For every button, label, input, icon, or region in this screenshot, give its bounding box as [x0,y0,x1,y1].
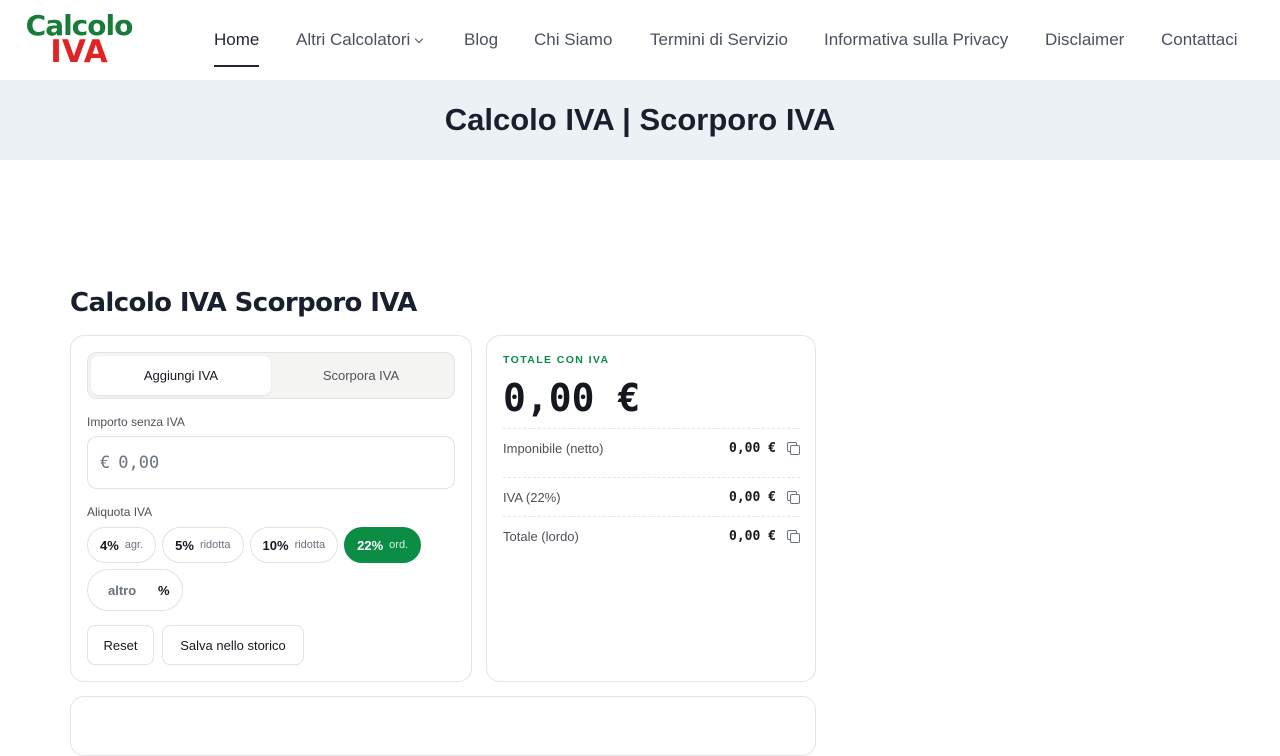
total-value: 0,00 € [503,376,641,420]
nav-contattaci[interactable]: Contattaci [1161,30,1238,50]
title-banner: Calcolo IVA | Scorporo IVA [0,80,1280,160]
result-value: 0,00 € [729,489,776,505]
history-card [70,696,816,756]
rate-sub: ord. [389,539,409,551]
reset-button[interactable]: Reset [87,625,154,665]
results-card: TOTALE CON IVA 0,00 € Imponibile (netto)… [486,335,816,682]
calculator-heading: Calcolo IVA Scorporo IVA [70,288,417,318]
rate-label: Aliquota IVA [87,505,153,519]
mode-toggle: Aggiungi IVA Scorpora IVA [87,352,455,399]
result-label: IVA (22%) [503,489,561,505]
rate-option-4[interactable]: 4% agr. [87,527,157,563]
euro-icon: € [100,452,111,473]
nav-altri-calcolatori-label: Altri Calcolatori [296,30,411,49]
nav-disclaimer[interactable]: Disclaimer [1045,30,1124,50]
rate-pct: 5% [175,537,194,553]
nav-termini[interactable]: Termini di Servizio [650,30,788,50]
nav-chi-siamo[interactable]: Chi Siamo [534,30,612,50]
nav-blog[interactable]: Blog [464,30,498,50]
page-title: Calcolo IVA | Scorporo IVA [444,102,836,137]
rate-sub: ridotta [294,539,326,551]
site-logo[interactable]: Calcolo IVA [24,12,134,68]
rate-sub: ridotta [199,539,231,551]
result-row-totale: Totale (lordo) 0,00 € [503,516,800,555]
nav-home[interactable]: Home [214,30,260,67]
rate-option-22[interactable]: 22% ord. [344,527,422,563]
rate-sub: agr. [124,539,144,551]
tab-aggiungi-iva[interactable]: Aggiungi IVA [91,356,271,395]
custom-rate-field[interactable]: altro % [87,569,183,611]
chevron-down-icon [415,34,424,44]
rate-options: 4% agr. 5% ridotta 10% ridotta 22% ord. [87,527,422,563]
result-label: Totale (lordo) [503,528,579,544]
result-label: Imponibile (netto) [503,440,604,456]
result-row-iva: IVA (22%) 0,00 € [503,477,800,516]
copy-icon[interactable] [786,441,800,455]
rate-option-5[interactable]: 5% ridotta [162,527,244,563]
result-value: 0,00 € [729,528,776,544]
amount-field[interactable]: € 0,00 [87,436,455,489]
custom-rate-input[interactable]: altro [108,583,158,598]
rate-pct: 10% [262,537,289,553]
copy-icon[interactable] [786,529,800,543]
nav-privacy[interactable]: Informativa sulla Privacy [824,30,1008,50]
result-value: 0,00 € [729,440,776,456]
calculator-input-card: Aggiungi IVA Scorpora IVA Importo senza … [70,335,472,682]
amount-label: Importo senza IVA [87,415,185,429]
percent-suffix: % [158,582,170,598]
copy-icon[interactable] [786,490,800,504]
rate-pct: 4% [100,537,119,553]
site-header: Calcolo IVA Home Altri Calcolatori Blog … [0,0,1280,80]
total-label: TOTALE CON IVA [503,354,610,366]
result-row-imponibile: Imponibile (netto) 0,00 € [503,428,800,467]
save-history-button[interactable]: Salva nello storico [162,625,304,665]
amount-input[interactable]: 0,00 [118,453,159,473]
rate-pct: 22% [357,537,384,553]
nav-altri-calcolatori[interactable]: Altri Calcolatori [296,30,424,50]
tab-scorpora-iva[interactable]: Scorpora IVA [271,356,451,395]
rate-option-10[interactable]: 10% ridotta [249,527,339,563]
